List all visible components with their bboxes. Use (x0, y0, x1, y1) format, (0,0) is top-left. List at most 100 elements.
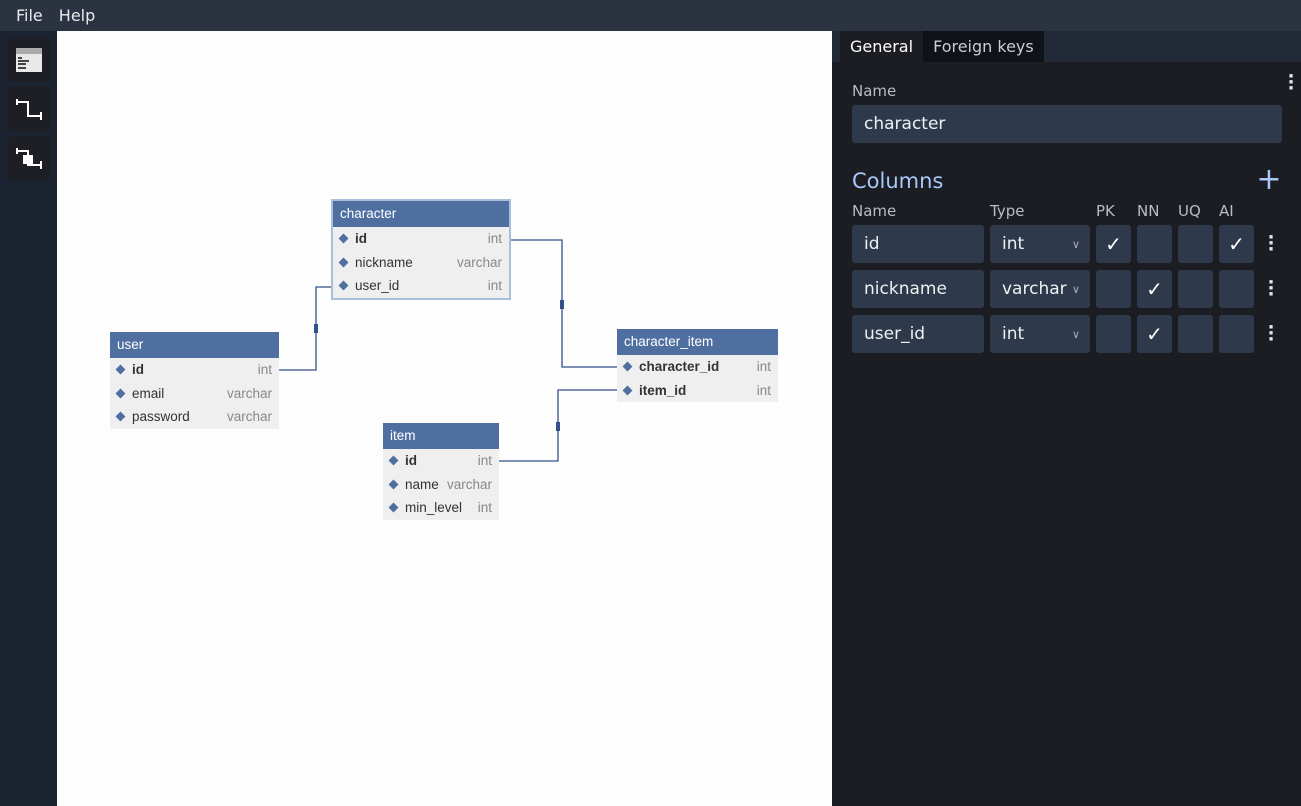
relation-marker (314, 324, 318, 333)
column-name-input[interactable]: user_id (852, 315, 984, 353)
check-icon: ✓ (1105, 232, 1122, 256)
checkbox-uq[interactable] (1178, 225, 1213, 263)
column-type-select[interactable]: varchar ∨ (990, 270, 1090, 308)
column-diamond-icon (622, 361, 633, 372)
relation-icon (15, 99, 42, 120)
add-table-button[interactable] (7, 38, 50, 82)
column-type: int (756, 359, 771, 375)
type-value: int (1002, 234, 1025, 254)
column-type: int (487, 278, 502, 294)
type-value: int (1002, 324, 1025, 344)
table-user[interactable]: user id int email varchar password varchar (110, 332, 279, 429)
check-icon: ✓ (1228, 232, 1245, 256)
column-name: nickname (355, 254, 413, 270)
column-diamond-icon (388, 502, 399, 513)
checkbox-nn[interactable] (1137, 225, 1172, 263)
tab-foreign-keys[interactable]: Foreign keys (923, 31, 1044, 62)
checkbox-nn[interactable]: ✓ (1137, 315, 1172, 353)
column-type: int (756, 382, 771, 398)
header-name: Name (852, 202, 897, 220)
table-character_item[interactable]: character_item character_id int item_id int (617, 329, 778, 402)
table-row[interactable]: item_id int (617, 379, 778, 403)
table-header[interactable]: user (110, 332, 279, 358)
add-entity-relation-button[interactable] (7, 136, 50, 180)
column-diamond-icon (388, 455, 399, 466)
table-row[interactable]: id int (110, 358, 279, 382)
type-value: varchar (1002, 279, 1067, 299)
column-name: name (405, 476, 439, 492)
tab-general[interactable]: General (840, 31, 924, 62)
column-name: item_id (639, 382, 687, 398)
column-diamond-icon (622, 385, 633, 396)
column-name-input[interactable]: nickname (852, 270, 984, 308)
column-type: varchar (226, 385, 272, 401)
menu-file[interactable]: File (16, 6, 43, 25)
checkbox-ai[interactable]: ✓ (1219, 225, 1254, 263)
column-type: varchar (446, 476, 492, 492)
column-type: int (477, 500, 492, 516)
column-name-input[interactable]: id (852, 225, 984, 263)
table-row[interactable]: character_id int (617, 355, 778, 379)
checkbox-ai[interactable] (1219, 270, 1254, 308)
properties-panel: General Foreign keys · · · Name character … (832, 31, 1301, 806)
column-name: user_id (355, 278, 400, 294)
add-column-button[interactable]: + (1255, 165, 1283, 195)
tool-sidebar (0, 31, 57, 806)
checkbox-uq[interactable] (1178, 270, 1213, 308)
checkbox-pk[interactable] (1096, 315, 1131, 353)
table-name-input[interactable]: character (852, 105, 1282, 143)
menubar: File Help (0, 0, 1301, 31)
table-view-icon (15, 48, 42, 72)
header-pk: PK (1096, 202, 1115, 220)
relation-marker (556, 422, 560, 431)
header-type: Type (990, 202, 1025, 220)
table-row[interactable]: nickname varchar (333, 251, 509, 275)
column-diamond-icon (338, 233, 349, 244)
checkbox-pk[interactable] (1096, 270, 1131, 308)
column-diamond-icon (338, 280, 349, 291)
table-row[interactable]: password varchar (110, 405, 279, 429)
column-diamond-icon (115, 388, 126, 399)
diagram-canvas[interactable]: character id int nickname varchar user_id int… (57, 31, 832, 806)
checkbox-ai[interactable] (1219, 315, 1254, 353)
menu-help[interactable]: Help (59, 6, 95, 25)
table-header[interactable]: character (333, 201, 509, 227)
table-row[interactable]: user_id int (333, 274, 509, 298)
relation-user-character (279, 286, 333, 371)
table-character[interactable]: character id int nickname varchar user_id int (331, 199, 511, 300)
chevron-down-icon: ∨ (1071, 237, 1080, 251)
checkbox-pk[interactable]: ✓ (1096, 225, 1131, 263)
column-options-icon[interactable]: · · · (1264, 229, 1278, 259)
column-type-select[interactable]: int ∨ (990, 225, 1090, 263)
column-type: int (257, 362, 272, 378)
more-options-icon[interactable]: · · · (1284, 68, 1298, 98)
column-name: id (132, 362, 144, 378)
table-row[interactable]: name varchar (383, 473, 499, 497)
header-nn: NN (1137, 202, 1160, 220)
column-type-select[interactable]: int ∨ (990, 315, 1090, 353)
check-icon: ✓ (1146, 277, 1163, 301)
column-name: password (132, 409, 190, 425)
table-row[interactable]: email varchar (110, 382, 279, 406)
column-diamond-icon (388, 479, 399, 490)
checkbox-nn[interactable]: ✓ (1137, 270, 1172, 308)
name-label: Name (852, 82, 897, 100)
column-name: min_level (405, 500, 463, 516)
table-header[interactable]: character_item (617, 329, 778, 355)
checkbox-uq[interactable] (1178, 315, 1213, 353)
column-name: email (132, 385, 165, 401)
table-row[interactable]: id int (333, 227, 509, 251)
table-row[interactable]: min_level int (383, 496, 499, 520)
column-options-icon[interactable]: · · · (1264, 319, 1278, 349)
relation-marker (560, 300, 564, 309)
header-uq: UQ (1178, 202, 1201, 220)
add-relation-button[interactable] (7, 87, 50, 131)
table-item[interactable]: item id int name varchar min_level int (383, 423, 499, 520)
table-header[interactable]: item (383, 423, 499, 449)
column-name: id (355, 231, 367, 247)
column-type: int (477, 453, 492, 469)
column-options-icon[interactable]: · · · (1264, 274, 1278, 304)
column-name: id (405, 453, 417, 469)
panel-tabs: General Foreign keys (832, 31, 1301, 62)
table-row[interactable]: id int (383, 449, 499, 473)
